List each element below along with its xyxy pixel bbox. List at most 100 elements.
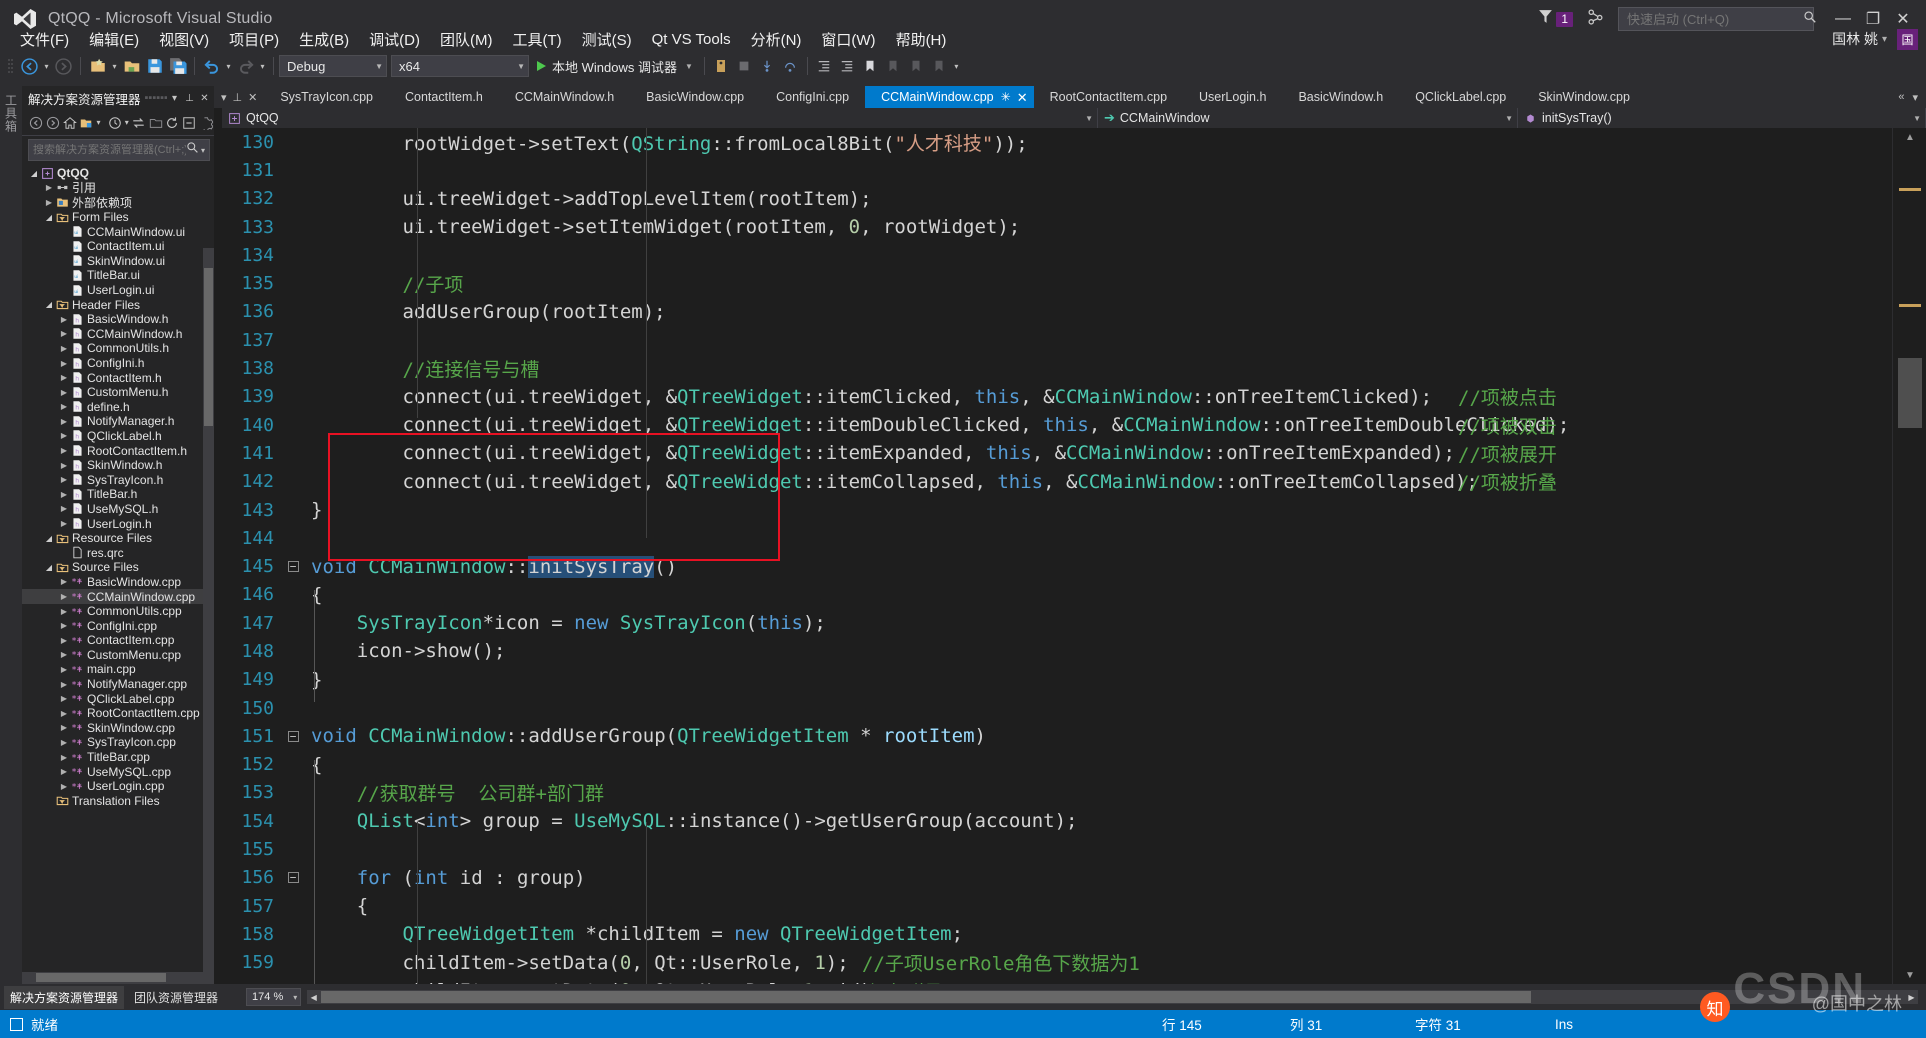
chevron-down-icon[interactable]: ▾ bbox=[95, 112, 103, 134]
solution-tree-item[interactable]: ▶ ** + ConfigIni.cpp bbox=[22, 618, 214, 633]
tab-overflow-icon[interactable]: « bbox=[1894, 91, 1908, 103]
collapse-twisty-icon[interactable]: ▶ bbox=[58, 344, 70, 353]
scroll-up-button[interactable]: ▲ bbox=[1893, 128, 1926, 146]
editor-tab-contactitem-h[interactable]: ContactItem.h bbox=[388, 86, 499, 108]
chevron-down-icon[interactable]: ▼ bbox=[685, 62, 693, 71]
editor-tab-basicwindow-h[interactable]: BasicWindow.h bbox=[1282, 86, 1400, 108]
collapse-twisty-icon[interactable]: ▶ bbox=[58, 417, 70, 426]
scroll-right-button[interactable]: ▶ bbox=[1905, 990, 1918, 1004]
code-line[interactable]: 148 icon->show(); bbox=[214, 637, 1892, 665]
code-line[interactable]: 138 //连接信号与槽 bbox=[214, 354, 1892, 382]
tab-list-dropdown-icon[interactable]: ▾ bbox=[1908, 91, 1922, 104]
collapse-twisty-icon[interactable]: ▶ bbox=[58, 723, 70, 732]
account-name[interactable]: 国林 姚 bbox=[1832, 29, 1878, 49]
chevron-down-icon[interactable]: ▾ bbox=[293, 993, 297, 1002]
solution-tree-item[interactable]: ▶ ** + CustomMenu.cpp bbox=[22, 648, 214, 663]
step-over-icon[interactable] bbox=[779, 55, 802, 77]
collapse-region-icon[interactable]: − bbox=[286, 729, 300, 744]
forward-icon[interactable] bbox=[45, 112, 62, 134]
code-line[interactable]: 142 connect(ui.treeWidget, &QTreeWidget:… bbox=[214, 468, 1892, 496]
solution-tree[interactable]: ◢ QtQQ ▶ 引用 ▶ 外部依赖项 ◢ Form Files ui CCMainWindow.… bbox=[22, 164, 214, 972]
collapse-twisty-icon[interactable]: ▶ bbox=[58, 373, 70, 382]
chevron-down-icon[interactable]: ▾ bbox=[199, 146, 207, 155]
collapse-twisty-icon[interactable]: ▶ bbox=[58, 621, 70, 630]
solution-tree-item-selected[interactable]: ▶ ** + CCMainWindow.cpp bbox=[22, 589, 214, 604]
editor-tab-ccmainwindow-h[interactable]: CCMainWindow.h bbox=[498, 86, 631, 108]
code-line[interactable]: 151− void CCMainWindow::addUserGroup(QTre… bbox=[214, 722, 1892, 750]
collapse-twisty-icon[interactable]: ▶ bbox=[58, 680, 70, 689]
solution-tree-item[interactable]: ▶ h SkinWindow.h bbox=[22, 458, 214, 473]
collapse-twisty-icon[interactable]: ▶ bbox=[58, 753, 70, 762]
chevron-down-icon[interactable]: ▼ bbox=[1903, 114, 1921, 123]
class-dropdown[interactable]: ➔ CCMainWindow ▼ bbox=[1098, 108, 1518, 128]
menu-window[interactable]: 窗口(W) bbox=[811, 26, 885, 53]
solution-tree-item[interactable]: ui ContactItem.ui bbox=[22, 239, 214, 254]
editor-tab-systrayicon-cpp[interactable]: SysTrayIcon.cpp bbox=[264, 86, 389, 108]
solution-tree-item[interactable]: ui SkinWindow.ui bbox=[22, 254, 214, 269]
code-text-area[interactable]: 130 rootWidget->setText(QString::fromLoc… bbox=[214, 128, 1892, 984]
collapse-twisty-icon[interactable]: ▶ bbox=[58, 767, 70, 776]
solution-tree-item[interactable]: ▶ h UseMySQL.h bbox=[22, 502, 214, 517]
solution-tree-item[interactable]: ▶ ** + CommonUtils.cpp bbox=[22, 604, 214, 619]
pending-changes-icon[interactable] bbox=[106, 112, 123, 134]
undo-icon[interactable] bbox=[200, 55, 223, 77]
collapse-twisty-icon[interactable]: ▶ bbox=[58, 329, 70, 338]
close-icon[interactable]: ✕ bbox=[197, 93, 212, 104]
editor-zoom-combo[interactable]: 174 % ▾ bbox=[246, 988, 302, 1006]
editor-horizontal-scrollbar[interactable]: ◀ ▶ bbox=[307, 990, 1918, 1004]
code-line[interactable]: 156− for (int id : group) bbox=[214, 864, 1892, 892]
collapse-twisty-icon[interactable]: ▶ bbox=[58, 475, 70, 484]
collapse-twisty-icon[interactable]: ▶ bbox=[58, 607, 70, 616]
solution-tree-item[interactable]: ▶ h ContactItem.h bbox=[22, 370, 214, 385]
solution-tree-item[interactable]: ▶ h TitleBar.h bbox=[22, 487, 214, 502]
refresh-icon[interactable] bbox=[164, 112, 181, 134]
chevron-down-icon[interactable]: ▾ bbox=[167, 93, 182, 104]
scrollbar-thumb[interactable] bbox=[1898, 358, 1922, 428]
solution-tree-item[interactable]: ▶ h SysTrayIcon.h bbox=[22, 472, 214, 487]
new-project-dropdown-icon[interactable]: ▾ bbox=[109, 62, 120, 71]
scrollbar-thumb[interactable] bbox=[321, 991, 1532, 1003]
scroll-down-button[interactable]: ▼ bbox=[1893, 966, 1926, 984]
menu-analyze[interactable]: 分析(N) bbox=[741, 26, 812, 53]
collapse-twisty-icon[interactable]: ▶ bbox=[58, 782, 70, 791]
menu-tools[interactable]: 工具(T) bbox=[502, 26, 571, 53]
editor-tab-qclicklabel-cpp[interactable]: QClickLabel.cpp bbox=[1399, 86, 1523, 108]
expand-twisty-icon[interactable]: ◢ bbox=[43, 534, 55, 543]
navigate-forward-icon[interactable] bbox=[52, 55, 75, 77]
collapse-all-icon[interactable] bbox=[181, 112, 198, 134]
solution-tree-vertical-scrollbar[interactable] bbox=[203, 248, 214, 972]
code-line[interactable]: 160 childItem->setData(0, Qt::UserRole+1… bbox=[214, 977, 1892, 984]
code-line[interactable]: 155 bbox=[214, 835, 1892, 863]
start-debugging-button[interactable]: 本地 Windows 调试器 ▼ bbox=[533, 57, 697, 76]
solution-tree-item[interactable]: ▶ 外部依赖项 bbox=[22, 195, 214, 210]
menu-view[interactable]: 视图(V) bbox=[149, 26, 219, 53]
chevron-down-icon[interactable]: ▾ bbox=[1882, 34, 1887, 45]
pin-icon[interactable]: ⊥ bbox=[230, 91, 246, 104]
code-line[interactable]: 149} bbox=[214, 666, 1892, 694]
menu-project[interactable]: 项目(P) bbox=[219, 26, 289, 53]
solution-tree-item[interactable]: ◢ Resource Files bbox=[22, 531, 214, 546]
undo-dropdown-icon[interactable]: ▾ bbox=[223, 62, 234, 71]
code-line[interactable]: 146 { bbox=[214, 581, 1892, 609]
code-line[interactable]: 136 addUserGroup(rootItem); bbox=[214, 298, 1892, 326]
solution-tree-item[interactable]: ▶ ** + SkinWindow.cpp bbox=[22, 721, 214, 736]
redo-dropdown-icon[interactable]: ▾ bbox=[257, 62, 268, 71]
code-line[interactable]: 159 childItem->setData(0, Qt::UserRole, … bbox=[214, 949, 1892, 977]
collapse-twisty-icon[interactable]: ▶ bbox=[58, 504, 70, 513]
code-line[interactable]: 152 { bbox=[214, 751, 1892, 779]
collapse-twisty-icon[interactable]: ▶ bbox=[58, 461, 70, 470]
attach-to-process-icon[interactable] bbox=[710, 55, 733, 77]
collapse-region-icon[interactable]: − bbox=[286, 559, 300, 574]
collapse-twisty-icon[interactable]: ▶ bbox=[58, 519, 70, 528]
collapse-twisty-icon[interactable]: ▶ bbox=[58, 490, 70, 499]
member-dropdown[interactable]: initSysTray() ▼ bbox=[1518, 108, 1926, 128]
solution-tree-item[interactable]: ▶ ** + ContactItem.cpp bbox=[22, 633, 214, 648]
solution-explorer-search-input[interactable] bbox=[33, 144, 186, 156]
solution-tree-item[interactable]: ▶ ** + UserLogin.cpp bbox=[22, 779, 214, 794]
code-line[interactable]: 143} bbox=[214, 496, 1892, 524]
collapse-twisty-icon[interactable]: ▶ bbox=[58, 665, 70, 674]
menu-edit[interactable]: 编辑(E) bbox=[79, 26, 149, 53]
solution-tree-item[interactable]: ▶ h CustomMenu.h bbox=[22, 385, 214, 400]
close-icon[interactable]: ✕ bbox=[245, 91, 260, 104]
code-line[interactable]: 137 bbox=[214, 326, 1892, 354]
